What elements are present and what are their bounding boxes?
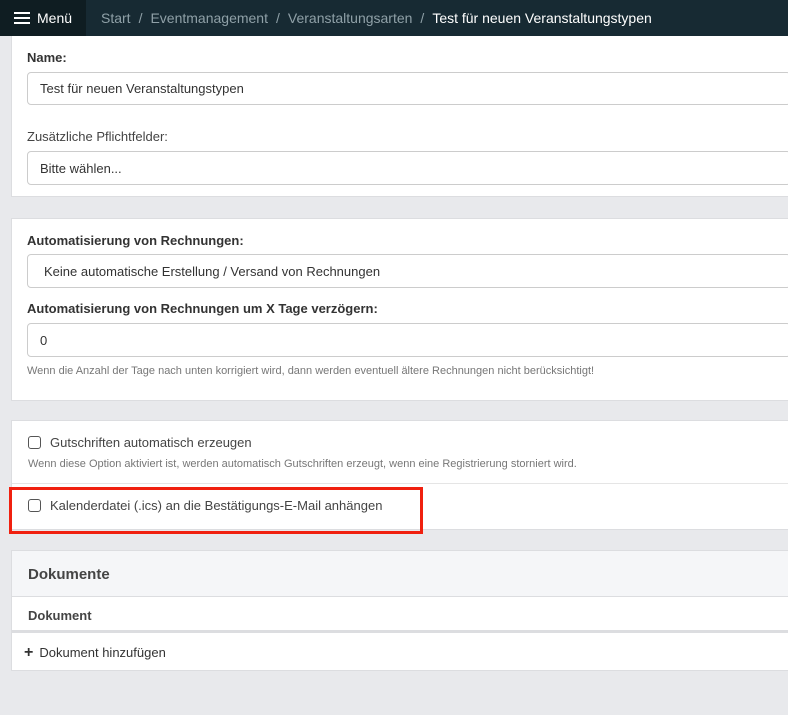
documents-column-header: Dokument	[12, 597, 788, 633]
breadcrumb-separator: /	[276, 10, 280, 26]
breadcrumb-start[interactable]: Start	[101, 10, 131, 26]
breadcrumb-eventmanagement[interactable]: Eventmanagement	[150, 10, 268, 26]
plus-icon: +	[24, 644, 34, 661]
general-card: Name: Test für neuen Veranstaltungstypen…	[11, 36, 788, 197]
documents-card: Dokumente Dokument + Dokument hinzufügen	[11, 550, 788, 671]
delay-label: Automatisierung von Rechnungen um X Tage…	[27, 301, 378, 316]
breadcrumb: Start / Eventmanagement / Veranstaltungs…	[86, 10, 652, 26]
delay-input[interactable]: 0	[27, 323, 788, 357]
invoice-label: Automatisierung von Rechnungen:	[27, 233, 244, 248]
credit-checkbox-row[interactable]: Gutschriften automatisch erzeugen	[28, 435, 784, 450]
name-label: Name:	[27, 50, 67, 65]
breadcrumb-separator: /	[420, 10, 425, 26]
extra-fields-label: Zusätzliche Pflichtfelder:	[27, 129, 168, 144]
add-document-label: Dokument hinzufügen	[39, 645, 166, 660]
name-input[interactable]: Test für neuen Veranstaltungstypen	[27, 72, 788, 105]
invoice-card: Automatisierung von Rechnungen: Keine au…	[11, 218, 788, 401]
extra-fields-select[interactable]: Bitte wählen...	[27, 151, 788, 185]
hamburger-icon	[14, 12, 30, 24]
invoice-select[interactable]: Keine automatische Erstellung / Versand …	[27, 254, 788, 288]
credit-checkbox[interactable]	[28, 436, 41, 449]
documents-title: Dokumente	[12, 551, 788, 597]
menu-button[interactable]: Menü	[0, 0, 86, 36]
breadcrumb-current: Test für neuen Veranstaltungstypen	[432, 10, 652, 26]
credit-help: Wenn diese Option aktiviert ist, werden …	[28, 458, 577, 470]
topbar: Menü Start / Eventmanagement / Veranstal…	[0, 0, 788, 36]
highlight-box	[9, 487, 423, 534]
menu-label: Menü	[37, 10, 73, 26]
credit-label: Gutschriften automatisch erzeugen	[50, 435, 252, 450]
add-document-button[interactable]: + Dokument hinzufügen	[12, 633, 788, 661]
delay-help: Wenn die Anzahl der Tage nach unten korr…	[27, 365, 595, 377]
breadcrumb-veranstaltungsarten[interactable]: Veranstaltungsarten	[288, 10, 413, 26]
breadcrumb-separator: /	[138, 10, 143, 26]
